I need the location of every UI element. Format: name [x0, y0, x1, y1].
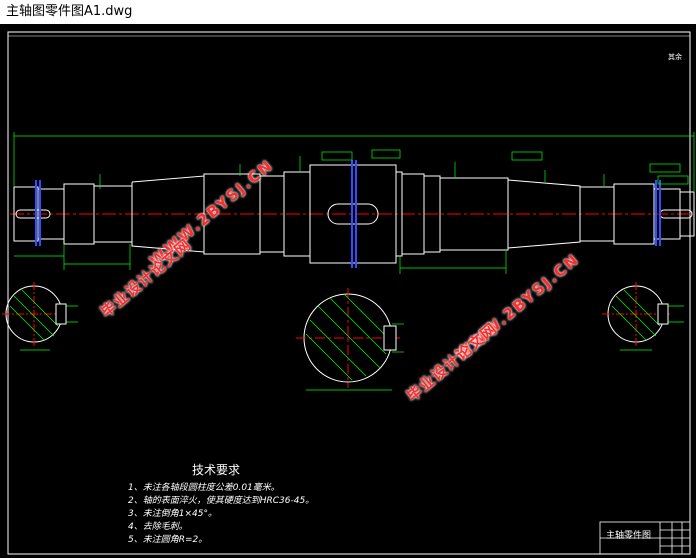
roughness-note: 其余 — [668, 53, 682, 61]
title-block-name: 主轴零件图 — [606, 531, 652, 541]
tech-requirement-item: 1、未注各轴段圆柱度公差0.01毫米。 — [128, 483, 280, 493]
tech-requirement-item: 2、轴的表面淬火，使其硬度达到HRC36-45。 — [128, 496, 315, 506]
window-title: 主轴图零件图A1.dwg — [0, 0, 696, 24]
section-right — [602, 282, 684, 351]
section-left — [2, 282, 78, 351]
drawing-canvas[interactable]: 其余 技术要求 1、未注各轴段圆柱度公差0.01毫米。 2、轴的表面淬火，使其硬… — [0, 24, 696, 558]
tech-requirements-title: 技术要求 — [192, 463, 241, 477]
cad-drawing — [2, 31, 695, 555]
tech-requirement-item: 5、未注圆角R=2。 — [128, 535, 208, 545]
tech-requirement-item: 3、未注倒角1×45°。 — [128, 509, 217, 519]
tech-requirement-item: 4、去除毛刺。 — [128, 522, 188, 532]
tech-requirements-list: 1、未注各轴段圆柱度公差0.01毫米。 2、轴的表面淬火，使其硬度达到HRC36… — [128, 482, 314, 547]
dimension-lines — [13, 132, 695, 274]
section-middle — [296, 288, 404, 391]
